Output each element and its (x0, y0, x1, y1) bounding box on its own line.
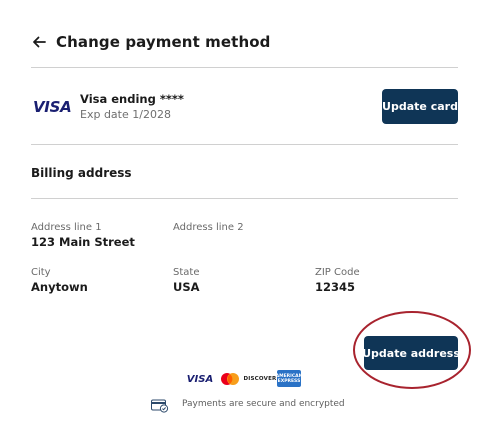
billing-divider (31, 198, 458, 199)
address-line-2-label: Address line 2 (173, 222, 244, 233)
back-arrow-icon[interactable] (31, 34, 47, 50)
amex-line-2: EXPRESS (277, 378, 301, 384)
address-line-1-value: 123 Main Street (31, 235, 135, 249)
secure-card-icon (151, 398, 169, 413)
zip-label: ZIP Code (315, 267, 360, 278)
header-divider (31, 67, 458, 68)
card-title: Visa ending **** (80, 92, 184, 106)
card-expiry: Exp date 1/2028 (80, 108, 171, 121)
discover-logo: DISCOVER (243, 376, 277, 382)
city-value: Anytown (31, 280, 88, 294)
address-line-1-label: Address line 1 (31, 222, 102, 233)
card-divider (31, 144, 458, 145)
mastercard-logo-icon (219, 371, 241, 387)
zip-value: 12345 (315, 280, 356, 294)
visa-logo-text: VISA (33, 98, 72, 116)
page-title: Change payment method (56, 33, 271, 51)
billing-address-heading: Billing address (31, 166, 132, 180)
update-address-button[interactable]: Update address (362, 336, 460, 370)
amex-logo: AMERICAN EXPRESS (276, 370, 302, 387)
state-label: State (173, 267, 200, 278)
visa-small-logo: VISA (186, 373, 214, 385)
state-value: USA (173, 280, 200, 294)
city-label: City (31, 267, 51, 278)
update-card-button[interactable]: Update card (382, 89, 458, 124)
visa-logo: VISA (33, 98, 72, 116)
secure-payment-text: Payments are secure and encrypted (182, 399, 345, 409)
